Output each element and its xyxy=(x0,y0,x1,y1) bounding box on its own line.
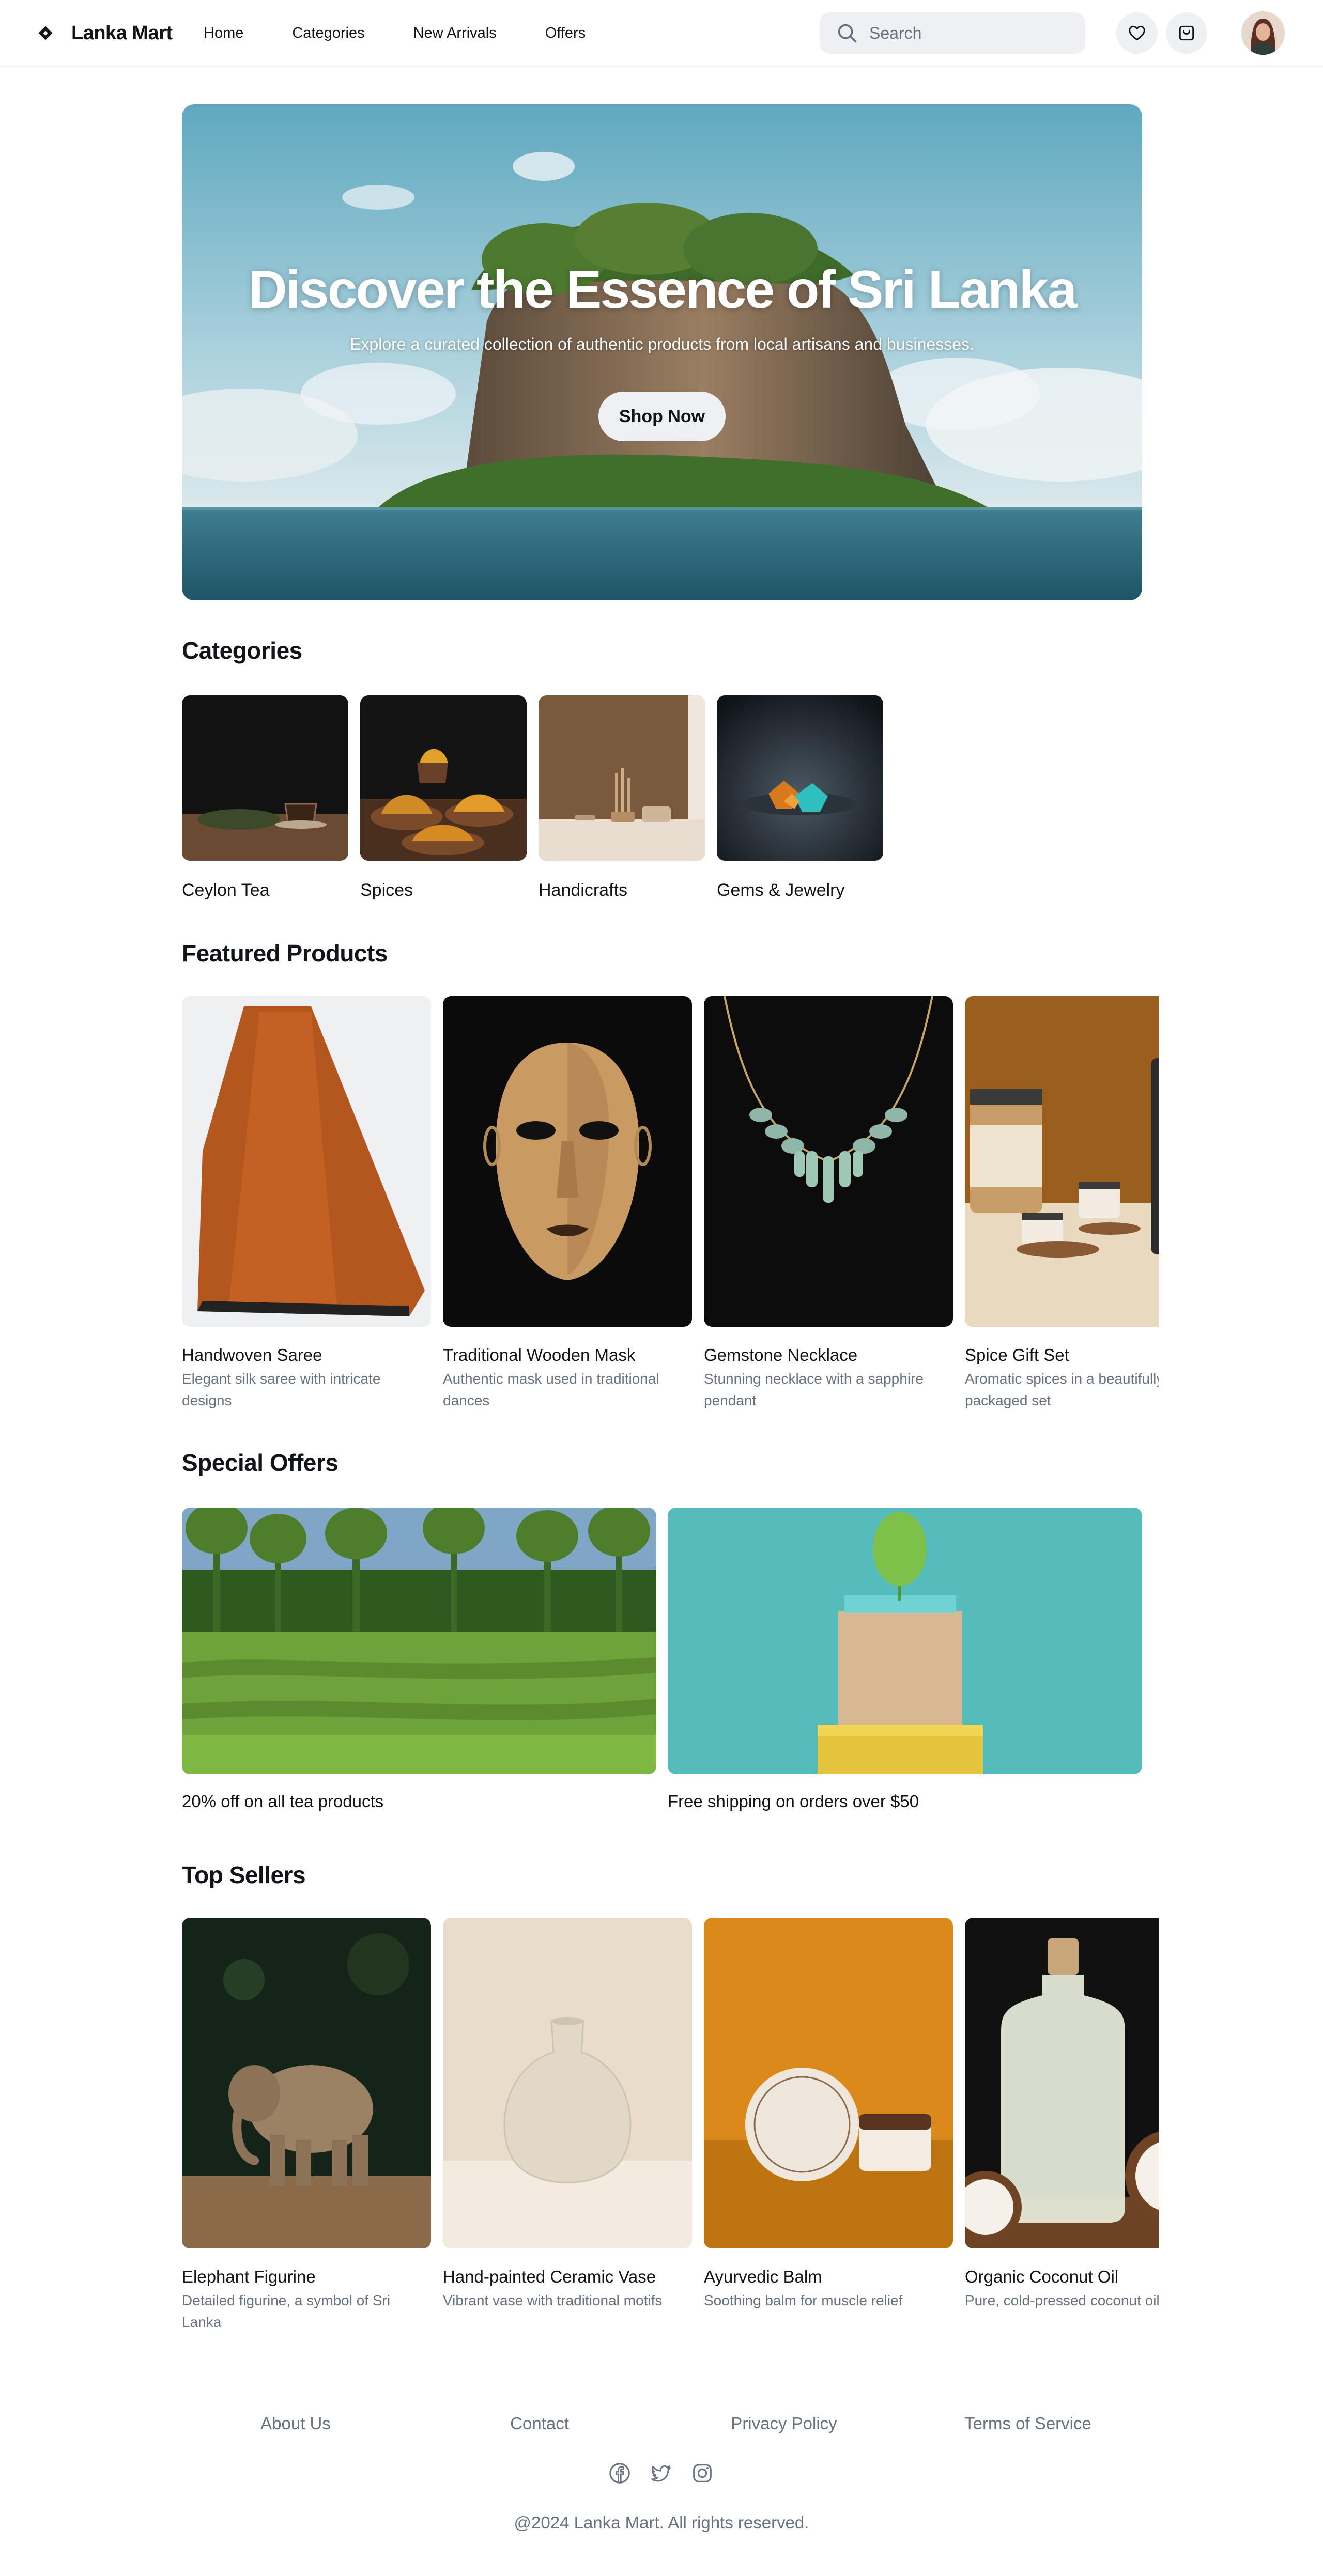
product-card-ceramic-vase[interactable]: Hand-painted Ceramic Vase Vibrant vase w… xyxy=(443,1918,692,2311)
product-card-wooden-mask[interactable]: Traditional Wooden Mask Authentic mask u… xyxy=(443,996,692,1411)
product-card-coconut-oil[interactable]: Organic Coconut Oil Pure, cold-pressed c… xyxy=(965,1918,1159,2311)
product-description: Stunning necklace with a sapphire pendan… xyxy=(704,1371,924,1408)
hero-title: Discover the Essence of Sri Lanka xyxy=(248,260,1077,320)
product-description: Detailed figurine, a symbol of Sri Lanka xyxy=(182,2292,391,2330)
category-image xyxy=(182,695,348,861)
diamond-logo-icon xyxy=(36,24,55,42)
hero-subtitle: Explore a curated collection of authenti… xyxy=(350,335,974,353)
categories-title: Categories xyxy=(182,637,302,664)
product-description: Aromatic spices in a beautifully package… xyxy=(965,1371,1159,1408)
offer-image xyxy=(182,1508,656,1774)
category-image xyxy=(539,695,705,861)
search-input[interactable] xyxy=(868,23,1075,43)
category-label: Spices xyxy=(360,880,413,900)
category-label: Handicrafts xyxy=(539,880,627,900)
product-image xyxy=(704,996,953,1327)
facebook-icon[interactable] xyxy=(608,2461,632,2485)
instagram-icon[interactable] xyxy=(690,2461,714,2485)
offer-free-shipping[interactable]: Free shipping on orders over $50 xyxy=(668,1508,1142,1811)
product-name: Ayurvedic Balm xyxy=(704,2267,822,2286)
social-links xyxy=(608,2461,714,2485)
offer-label: Free shipping on orders over $50 xyxy=(668,1792,919,1811)
product-image xyxy=(443,996,692,1327)
offer-tea-discount[interactable]: 20% off on all tea products xyxy=(182,1508,656,1811)
footer-contact-link[interactable]: Contact xyxy=(510,2414,569,2433)
top-sellers-title: Top Sellers xyxy=(182,1861,306,1888)
product-card-gemstone-necklace[interactable]: Gemstone Necklace Stunning necklace with… xyxy=(704,996,953,1411)
brand-name: Lanka Mart xyxy=(71,22,173,44)
nav-offers[interactable]: Offers xyxy=(545,21,586,45)
category-label: Gems & Jewelry xyxy=(717,880,845,900)
product-name: Elephant Figurine xyxy=(182,2267,316,2286)
wishlist-button[interactable] xyxy=(1116,12,1158,54)
category-label: Ceylon Tea xyxy=(182,880,270,900)
product-description: Soothing balm for muscle relief xyxy=(704,2292,903,2308)
heart-icon xyxy=(1129,25,1145,41)
category-gems-jewelry[interactable]: Gems & Jewelry xyxy=(717,695,883,901)
featured-carousel: Handwoven Saree Elegant silk saree with … xyxy=(182,996,1159,1420)
nav-new-arrivals[interactable]: New Arrivals xyxy=(413,21,497,45)
hero-banner: Discover the Essence of Sri Lanka Explor… xyxy=(182,104,1142,600)
search-icon xyxy=(838,24,857,43)
twitter-icon[interactable] xyxy=(649,2461,673,2485)
product-name: Organic Coconut Oil xyxy=(965,2267,1119,2286)
category-image xyxy=(717,695,883,861)
product-card-saree[interactable]: Handwoven Saree Elegant silk saree with … xyxy=(182,996,431,1411)
cart-button[interactable] xyxy=(1166,12,1207,54)
offer-label: 20% off on all tea products xyxy=(182,1792,384,1811)
product-image xyxy=(182,996,431,1327)
product-image xyxy=(704,1918,953,2248)
shop-now-button[interactable]: Shop Now xyxy=(598,392,726,441)
category-image xyxy=(360,695,527,861)
product-image xyxy=(965,1918,1159,2248)
nav-home[interactable]: Home xyxy=(204,21,243,45)
product-image xyxy=(443,1918,692,2248)
footer-privacy-link[interactable]: Privacy Policy xyxy=(731,2414,837,2433)
cart-icon xyxy=(1179,25,1194,41)
footer-about-link[interactable]: About Us xyxy=(260,2414,331,2433)
product-name: Spice Gift Set xyxy=(965,1345,1069,1364)
product-description: Elegant silk saree with intricate design… xyxy=(182,1371,381,1408)
brand-logo[interactable]: Lanka Mart xyxy=(36,19,173,48)
product-name: Hand-painted Ceramic Vase xyxy=(443,2267,656,2286)
search-bar[interactable] xyxy=(820,12,1085,54)
product-card-ayurvedic-balm[interactable]: Ayurvedic Balm Soothing balm for muscle … xyxy=(704,1918,953,2311)
product-card-spice-gift-set[interactable]: Spice Gift Set Aromatic spices in a beau… xyxy=(965,996,1159,1411)
main-nav: Home Categories New Arrivals Offers xyxy=(204,21,634,45)
category-ceylon-tea[interactable]: Ceylon Tea xyxy=(182,695,348,901)
product-name: Gemstone Necklace xyxy=(704,1345,858,1364)
offer-image xyxy=(668,1508,1142,1774)
product-image xyxy=(182,1918,431,2248)
product-image xyxy=(965,996,1159,1327)
copyright-text: @2024 Lanka Mart. All rights reserved. xyxy=(514,2513,809,2532)
product-description: Pure, cold-pressed coconut oil xyxy=(965,2292,1159,2308)
top-header: Lanka Mart Home Categories New Arrivals … xyxy=(0,0,1323,67)
footer-terms-link[interactable]: Terms of Service xyxy=(964,2414,1091,2433)
product-card-elephant-figurine[interactable]: Elephant Figurine Detailed figurine, a s… xyxy=(182,1918,431,2333)
product-description: Vibrant vase with traditional motifs xyxy=(443,2292,663,2308)
category-spices[interactable]: Spices xyxy=(360,695,527,901)
product-name: Handwoven Saree xyxy=(182,1345,322,1364)
special-offers-title: Special Offers xyxy=(182,1449,339,1476)
user-avatar[interactable] xyxy=(1241,11,1285,55)
product-description: Authentic mask used in traditional dance… xyxy=(443,1371,659,1408)
nav-categories[interactable]: Categories xyxy=(292,21,364,45)
featured-title: Featured Products xyxy=(182,940,388,967)
product-name: Traditional Wooden Mask xyxy=(443,1345,636,1364)
category-handicrafts[interactable]: Handicrafts xyxy=(539,695,705,901)
top-sellers-carousel: Elephant Figurine Detailed figurine, a s… xyxy=(182,1918,1159,2341)
